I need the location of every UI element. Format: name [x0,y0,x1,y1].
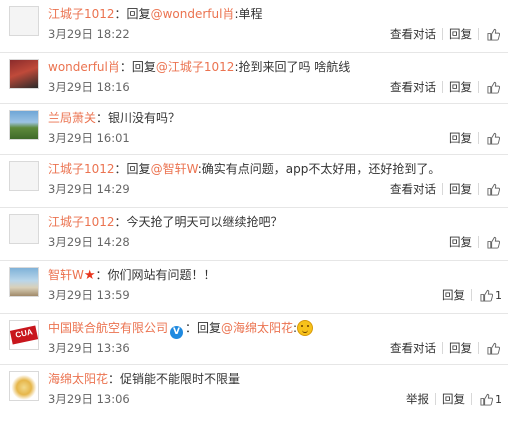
comment-content: 江城子1012：回复@智轩W:确实有点问题，app不太好用，还好抢到了。 [48,161,440,178]
username-link[interactable]: 智轩W [48,268,84,282]
username-link[interactable]: 中国联合航空有限公司 [48,321,168,335]
like-button[interactable] [479,236,508,249]
comment-time: 3月29日 14:29 [48,182,130,196]
thumbs-up-icon [487,236,500,249]
comment-content: 智轩W★：你们网站有问题！！ [48,267,216,284]
comment-time: 3月29日 13:36 [48,341,130,355]
comment-text: :确实有点问题，app不太好用，还好抢到了。 [197,162,441,176]
comment-time: 3月29日 16:01 [48,131,130,145]
avatar[interactable] [9,214,39,244]
comment-item: 智轩W★：你们网站有问题！！ 3月29日 13:59 回复 1 [0,261,508,314]
view-conversation-link[interactable]: 查看对话 [384,181,442,197]
comment-text: ：你们网站有问题！！ [95,268,216,282]
comment-time: 3月29日 18:22 [48,27,130,41]
thumbs-up-icon [487,132,500,145]
comment-prefix: ：回复 [185,321,222,335]
comment-item: wonderful肖：回复@江城子1012:抢到来回了吗 啥航线 3月29日 1… [0,53,508,104]
comment-item: 江城子1012：今天抢了明天可以继续抢吧？ 3月29日 14:28 回复 [0,208,508,261]
comment-time: 3月29日 18:16 [48,80,130,94]
comment-item: 江城子1012：回复@智轩W:确实有点问题，app不太好用，还好抢到了。 3月2… [0,155,508,208]
like-button[interactable]: 1 [472,393,508,406]
thumbs-up-icon [480,289,493,302]
comment-prefix: ：回复 [119,60,156,74]
reply-link[interactable]: 回复 [443,79,478,95]
avatar[interactable] [9,110,39,140]
report-link[interactable]: 举报 [400,391,435,407]
comment-text: :抢到来回了吗 啥航线 [234,60,351,74]
comment-item: 兰局萧关：银川没有吗？ 3月29日 16:01 回复 [0,104,508,155]
thumbs-up-icon [487,342,500,355]
comment-actions: 查看对话 回复 [384,181,508,197]
like-button[interactable]: 1 [472,289,508,302]
comment-actions: 查看对话 回复 [384,26,508,42]
comment-content: 江城子1012：回复@wonderful肖:单程 [48,6,262,23]
comment-actions: 举报 回复 1 [400,391,508,407]
thumbs-up-icon [480,393,493,406]
comment-item: 海绵太阳花：促销能不能限时不限量 3月29日 13:06 举报 回复 1 [0,365,508,423]
comment-item: CUA 中国联合航空有限公司 V ：回复@海绵太阳花: 3月29日 13:36 查看… [0,314,508,365]
reply-link[interactable]: 回复 [443,181,478,197]
avatar[interactable]: CUA [9,320,39,350]
username-link[interactable]: 江城子1012 [48,215,115,229]
like-button[interactable] [479,342,508,355]
reply-link[interactable]: 回复 [443,130,478,146]
thumbs-up-icon [487,28,500,41]
comment-actions: 查看对话 回复 [384,79,508,95]
comment-text: ：今天抢了明天可以继续抢吧？ [114,215,283,229]
avatar[interactable] [9,267,39,297]
comment-text: :单程 [234,7,263,21]
username-link[interactable]: 江城子1012 [48,162,115,176]
like-button[interactable] [479,132,508,145]
comment-list: 江城子1012：回复@wonderful肖:单程 3月29日 18:22 查看对… [0,0,508,423]
comment-time: 3月29日 13:59 [48,288,130,302]
view-conversation-link[interactable]: 查看对话 [384,79,442,95]
username-link[interactable]: 江城子1012 [48,7,115,21]
username-link[interactable]: wonderful肖 [48,60,120,74]
thinking-emoji-icon [297,320,314,336]
reply-link[interactable]: 回复 [443,26,478,42]
comment-content: 江城子1012：今天抢了明天可以继续抢吧？ [48,214,283,231]
username-link[interactable]: 兰局萧关 [48,111,96,125]
mention-link[interactable]: @江城子1012 [156,60,235,74]
comment-content: 中国联合航空有限公司 V ：回复@海绵太阳花: [48,320,314,339]
comment-actions: 查看对话 回复 [384,340,508,356]
avatar[interactable] [9,371,39,401]
avatar[interactable] [9,59,39,89]
verified-badge-icon: V [170,326,184,339]
like-button[interactable] [479,183,508,196]
mention-link[interactable]: @wonderful肖 [151,7,235,21]
comment-text: ：促销能不能限时不限量 [108,372,241,386]
mention-link[interactable]: @海绵太阳花 [221,321,293,335]
username-link[interactable]: 海绵太阳花 [48,372,108,386]
avatar[interactable] [9,6,39,36]
comment-content: 海绵太阳花：促销能不能限时不限量 [48,371,240,388]
view-conversation-link[interactable]: 查看对话 [384,26,442,42]
mention-link[interactable]: @智轩W [151,162,198,176]
comment-content: 兰局萧关：银川没有吗？ [48,110,180,127]
comment-prefix: ：回复 [114,162,151,176]
comment-content: wonderful肖：回复@江城子1012:抢到来回了吗 啥航线 [48,59,350,76]
avatar[interactable] [9,161,39,191]
comment-actions: 回复 [443,130,508,146]
view-conversation-link[interactable]: 查看对话 [384,340,442,356]
reply-link[interactable]: 回复 [436,287,471,303]
like-count: 1 [495,392,502,406]
red-star-icon: ★ [83,268,96,283]
comment-time: 3月29日 13:06 [48,392,130,406]
thumbs-up-icon [487,81,500,94]
like-button[interactable] [479,81,508,94]
comment-time: 3月29日 14:28 [48,235,130,249]
reply-link[interactable]: 回复 [436,391,471,407]
comment-actions: 回复 1 [436,287,508,303]
comment-actions: 回复 [443,234,508,250]
comment-prefix: ：回复 [114,7,151,21]
like-count: 1 [495,288,502,302]
comment-item: 江城子1012：回复@wonderful肖:单程 3月29日 18:22 查看对… [0,0,508,53]
like-button[interactable] [479,28,508,41]
comment-text: ：银川没有吗？ [96,111,181,125]
thumbs-up-icon [487,183,500,196]
reply-link[interactable]: 回复 [443,340,478,356]
reply-link[interactable]: 回复 [443,234,478,250]
